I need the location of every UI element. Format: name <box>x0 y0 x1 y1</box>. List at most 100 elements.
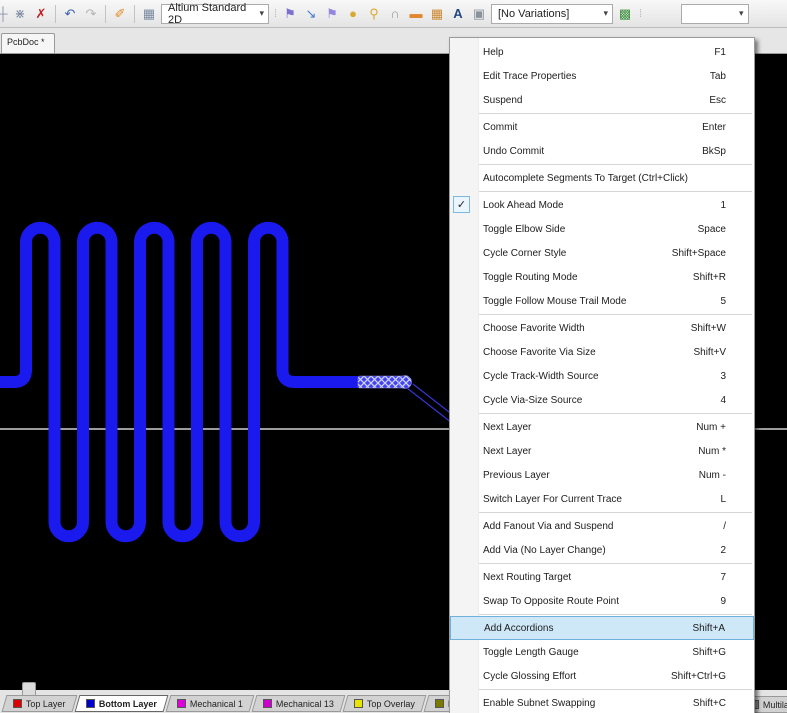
menu-item-shortcut: 4 <box>720 395 754 406</box>
layer-color-swatch <box>177 699 186 708</box>
menu-item-cycle-corner-style[interactable]: Cycle Corner StyleShift+Space <box>450 241 754 265</box>
menu-separator <box>478 164 752 165</box>
chevron-down-icon: ▾ <box>259 8 264 19</box>
menu-item-edit-trace-properties[interactable]: Edit Trace PropertiesTab <box>450 64 754 88</box>
menu-item-previous-layer[interactable]: Previous LayerNum - <box>450 463 754 487</box>
break-connection-icon[interactable]: ⋇ <box>11 5 29 23</box>
menu-item-cycle-glossing-effort[interactable]: Cycle Glossing EffortShift+Ctrl+G <box>450 664 754 688</box>
menu-item-shortcut: Num - <box>699 470 754 481</box>
undo-icon[interactable]: ↶ <box>61 5 79 23</box>
menu-item-label: Commit <box>450 122 517 133</box>
wand-icon[interactable]: ✐ <box>111 5 129 23</box>
context-menu-items: HelpF1Edit Trace PropertiesTabSuspendEsc… <box>450 40 754 713</box>
menu-item-toggle-elbow-side[interactable]: Toggle Elbow SideSpace <box>450 217 754 241</box>
layer-color-swatch <box>435 699 444 708</box>
menu-item-shortcut: Shift+W <box>691 323 754 334</box>
key-icon[interactable]: ⚲ <box>365 5 383 23</box>
variations-select[interactable]: [No Variations] ▾ <box>491 4 613 24</box>
menu-item-add-via-no-layer-change[interactable]: Add Via (No Layer Change)2 <box>450 538 754 562</box>
menu-item-suspend[interactable]: SuspendEsc <box>450 88 754 112</box>
menu-item-swap-to-opposite-route-point[interactable]: Swap To Opposite Route Point9 <box>450 589 754 613</box>
menu-item-shortcut: Num + <box>696 422 754 433</box>
menu-separator <box>478 113 752 114</box>
menu-item-shortcut: Num * <box>698 446 754 457</box>
cursor-arrow-icon[interactable]: ↘ <box>302 5 320 23</box>
layer-color-swatch <box>354 699 363 708</box>
menu-item-choose-favorite-width[interactable]: Choose Favorite Width Shift+W <box>450 316 754 340</box>
menu-item-next-layer[interactable]: Next LayerNum * <box>450 439 754 463</box>
menu-item-help[interactable]: HelpF1 <box>450 40 754 64</box>
menu-separator <box>478 614 752 615</box>
menu-item-shortcut: Shift+A <box>692 623 753 634</box>
layer-tab-label: Bottom Layer <box>99 699 157 709</box>
serpentine-trace <box>0 228 358 537</box>
menu-item-shortcut: 2 <box>720 545 754 556</box>
delete-icon[interactable]: ✗ <box>32 5 50 23</box>
layer-tab-bottom-layer[interactable]: Bottom Layer <box>74 695 168 712</box>
layer-tab-top-layer[interactable]: Top Layer <box>2 695 77 712</box>
menu-item-label: Choose Favorite Via Size <box>450 347 596 358</box>
menu-item-label: Next Routing Target <box>450 572 571 583</box>
routing-cursor-end <box>399 376 412 389</box>
variant-board-icon[interactable]: ▩ <box>616 5 634 23</box>
routing-context-menu: HelpF1Edit Trace PropertiesTabSuspendEsc… <box>449 37 755 713</box>
menu-item-toggle-length-gauge[interactable]: Toggle Length GaugeShift+G <box>450 640 754 664</box>
menu-item-label: Toggle Follow Mouse Trail Mode <box>450 296 626 307</box>
menu-separator <box>478 314 752 315</box>
chevron-down-icon: ▾ <box>603 8 608 19</box>
fill-icon[interactable]: ▬ <box>407 5 425 23</box>
menu-item-shortcut: 7 <box>720 572 754 583</box>
menu-item-label: Help <box>450 47 504 58</box>
lookahead-segment <box>358 376 404 388</box>
menu-item-undo-commit[interactable]: Undo CommitBkSp <box>450 139 754 163</box>
layer-tab-label: Mechanical 1 <box>190 699 243 709</box>
chevron-down-icon: ▾ <box>739 8 744 19</box>
menu-item-label: Choose Favorite Width <box>450 323 585 334</box>
menu-item-commit[interactable]: CommitEnter <box>450 115 754 139</box>
arc-icon[interactable]: ∩ <box>386 5 404 23</box>
layer-tab-label: Mechanical 13 <box>276 699 334 709</box>
menu-item-shortcut: Shift+Space <box>672 248 754 259</box>
text-string-icon[interactable]: A <box>449 5 467 23</box>
menu-item-shortcut: Shift+V <box>693 347 754 358</box>
menu-item-label: Toggle Elbow Side <box>450 224 565 235</box>
drag-handle-icon[interactable]: ⁞ <box>272 8 278 20</box>
menu-item-add-accordions[interactable]: Add Accordions Shift+A <box>450 616 754 640</box>
layer-tab-mechanical-1[interactable]: Mechanical 1 <box>165 695 254 712</box>
menu-item-switch-layer-for-current-trace[interactable]: Switch Layer For Current Trace L <box>450 487 754 511</box>
menu-item-next-routing-target[interactable]: Next Routing Target 7 <box>450 565 754 589</box>
view-mode-value: Altium Standard 2D <box>168 2 253 26</box>
document-tab[interactable]: PcbDoc * <box>1 33 55 53</box>
menu-item-enable-subnet-swapping[interactable]: Enable Subnet SwappingShift+C <box>450 691 754 713</box>
menu-item-toggle-routing-mode[interactable]: Toggle Routing ModeShift+R <box>450 265 754 289</box>
menu-item-next-layer[interactable]: Next LayerNum + <box>450 415 754 439</box>
menu-item-shortcut: 3 <box>720 371 754 382</box>
extra-select[interactable]: ▾ <box>681 4 749 24</box>
interactive-routing-icon[interactable]: ⚑ <box>281 5 299 23</box>
via-icon[interactable]: ● <box>344 5 362 23</box>
layer-tab-mechanical-13[interactable]: Mechanical 13 <box>251 695 345 712</box>
menu-item-cycle-track-width-source[interactable]: Cycle Track-Width Source3 <box>450 364 754 388</box>
menu-item-shortcut: L <box>720 494 754 505</box>
menu-item-add-fanout-via-and-suspend[interactable]: Add Fanout Via and Suspend/ <box>450 514 754 538</box>
component-icon[interactable]: ▣ <box>470 5 488 23</box>
drag-handle-icon[interactable]: ⁞ <box>637 8 643 20</box>
menu-item-choose-favorite-via-size[interactable]: Choose Favorite Via Size Shift+V <box>450 340 754 364</box>
view-mode-select[interactable]: Altium Standard 2D ▾ <box>161 4 269 24</box>
layer-tab-top-overlay[interactable]: Top Overlay <box>342 695 426 712</box>
autoroute-icon[interactable]: ▦ <box>140 5 158 23</box>
menu-item-label: Add Accordions <box>451 623 554 634</box>
diff-pair-routing-icon[interactable]: ⚑ <box>323 5 341 23</box>
menu-item-look-ahead-mode[interactable]: ✓Look Ahead Mode1 <box>450 193 754 217</box>
menu-item-shortcut: 1 <box>720 200 754 211</box>
menu-item-label: Switch Layer For Current Trace <box>450 494 622 505</box>
toolbar-separator <box>55 5 56 23</box>
menu-item-autocomplete-segments-to-target-ctrl-click[interactable]: Autocomplete Segments To Target (Ctrl+Cl… <box>450 166 754 190</box>
menu-item-cycle-via-size-source[interactable]: Cycle Via-Size Source4 <box>450 388 754 412</box>
menu-item-toggle-follow-mouse-trail-mode[interactable]: Toggle Follow Mouse Trail Mode5 <box>450 289 754 313</box>
pad-array-icon[interactable]: ▦ <box>428 5 446 23</box>
clipped-tool-icon[interactable]: ┼ <box>0 5 8 23</box>
toolbar-separator <box>105 5 106 23</box>
redo-icon[interactable]: ↷ <box>82 5 100 23</box>
layer-tab-bar: Top Layer Bottom Layer Mechanical 1 Mechani… <box>0 695 521 712</box>
